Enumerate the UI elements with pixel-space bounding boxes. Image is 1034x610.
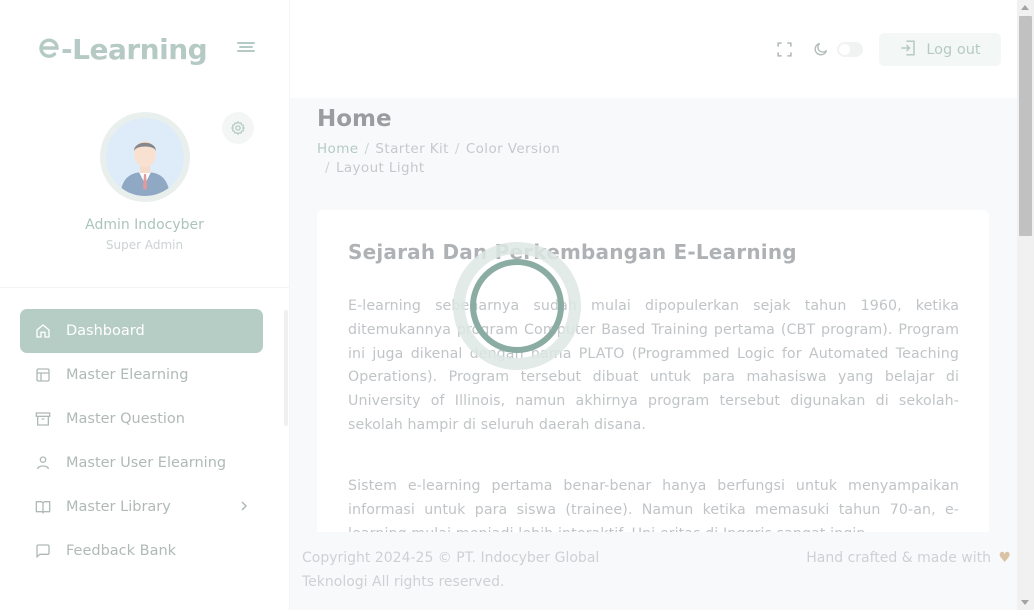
sidebar-item-label: Master User Elearning [66, 455, 227, 471]
breadcrumb-item[interactable]: Starter Kit [375, 141, 448, 157]
fullscreen-icon[interactable] [776, 41, 793, 62]
menu-toggle-icon[interactable] [237, 42, 255, 56]
home-icon [34, 322, 52, 340]
card-paragraph: E-learning sebenarnya sudah mulai dipopu… [348, 298, 959, 433]
logout-button[interactable]: Log out [879, 33, 1001, 66]
sidebar-item-master-elearning[interactable]: Master Elearning [20, 353, 263, 397]
message-icon [34, 542, 52, 560]
archive-icon [34, 410, 52, 428]
brand-logo[interactable]: -Learning [38, 32, 208, 66]
copyright-text: Copyright 2024-25 © PT. Indocyber Global… [302, 550, 600, 590]
logout-icon [899, 39, 917, 61]
sidebar-item-label: Master Library [66, 499, 171, 515]
profile-role: Super Admin [105, 238, 184, 252]
content-card: Sejarah Dan Perkembangan E-Learning E-le… [317, 210, 989, 540]
breadcrumb-item[interactable]: Color Version [466, 141, 560, 157]
sidebar-scrollbar[interactable] [284, 310, 288, 426]
dark-mode-toggle[interactable] [837, 42, 863, 57]
footer-credit: Hand crafted & made with ♥ [806, 546, 1011, 570]
profile-name: Admin Indocyber [85, 217, 204, 233]
settings-button[interactable] [222, 112, 254, 144]
page-footer: Copyright 2024-25 © PT. Indocyber Global… [290, 532, 1017, 610]
scroll-up-icon[interactable] [1021, 5, 1029, 10]
book-icon [34, 498, 52, 516]
sidebar: -Learning Admin Indocyber Super Admin Da… [0, 0, 290, 610]
logout-label: Log out [926, 41, 981, 58]
chevron-right-icon [239, 500, 249, 516]
main-content: Home Home / Starter Kit / Color Version / Layo… [290, 98, 1017, 610]
layout-icon [34, 366, 52, 384]
gear-icon [231, 121, 245, 135]
sidebar-item-master-library[interactable]: Master Library [20, 485, 263, 529]
logo-e-mark-icon [38, 33, 60, 66]
scrollbar-thumb[interactable] [1019, 16, 1032, 236]
moon-icon[interactable] [813, 41, 829, 61]
user-avatar-icon [106, 118, 184, 196]
sidebar-item-master-question[interactable]: Master Question [20, 397, 263, 441]
heart-icon: ♥ [998, 550, 1011, 566]
sidebar-nav: Dashboard Master Elearning Master Questi… [20, 309, 263, 573]
sidebar-item-label: Dashboard [66, 323, 145, 339]
breadcrumb: Home / Starter Kit / Color Version / Layout Li… [317, 141, 561, 176]
breadcrumb-item: Layout Light [335, 160, 425, 176]
sidebar-item-label: Master Question [66, 411, 185, 427]
page-scrollbar[interactable] [1017, 0, 1034, 610]
sidebar-item-dashboard[interactable]: Dashboard [20, 309, 263, 353]
avatar [100, 112, 190, 202]
card-title: Sejarah Dan Perkembangan E-Learning [348, 240, 797, 264]
logo-text: -Learning [61, 32, 208, 66]
sidebar-item-feedback-bank[interactable]: Feedback Bank [20, 529, 263, 573]
top-header: Log out [290, 0, 1017, 98]
sidebar-item-label: Feedback Bank [66, 543, 177, 559]
breadcrumb-home[interactable]: Home [317, 141, 358, 157]
scroll-down-icon[interactable] [1021, 600, 1029, 605]
card-paragraph: Sistem e-learning pertama benar-benar ha… [348, 478, 959, 540]
user-icon [34, 454, 52, 472]
sidebar-item-master-user-elearning[interactable]: Master User Elearning [20, 441, 263, 485]
profile-card: Admin Indocyber Super Admin [0, 98, 289, 288]
credit-text: Hand crafted & made with [806, 550, 991, 566]
sidebar-item-label: Master Elearning [66, 367, 189, 383]
page-title: Home [317, 106, 392, 132]
